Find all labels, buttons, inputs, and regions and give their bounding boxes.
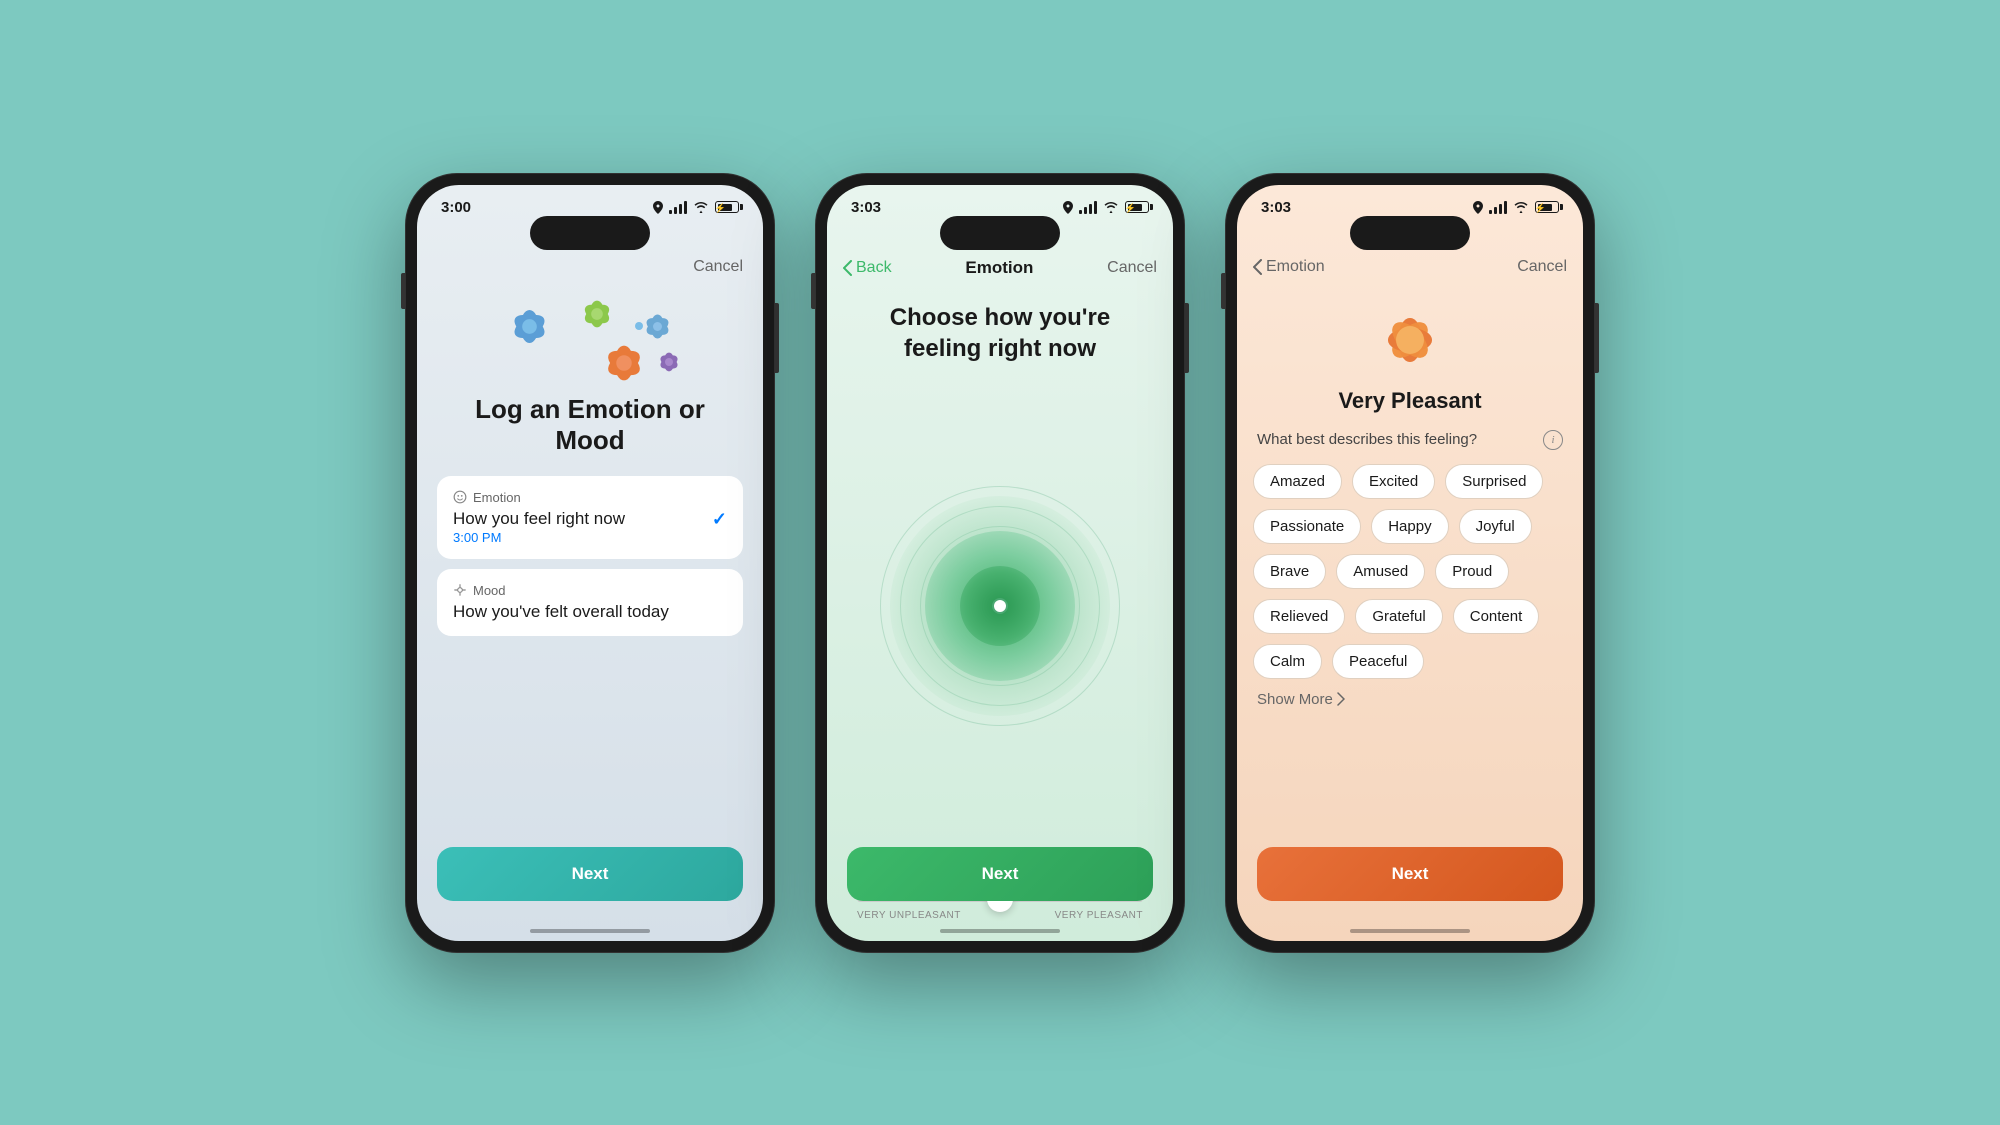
phone1-header: Cancel (417, 250, 763, 284)
phone-2: 3:03 ⚡ (815, 173, 1185, 953)
back-chevron-icon-2 (843, 260, 852, 276)
flower-orange-large (1370, 300, 1450, 380)
show-more-label: Show More (1257, 691, 1333, 708)
status-icons-3: ⚡ (1473, 201, 1559, 214)
wifi-icon-2 (1103, 201, 1119, 213)
phone3-nav: Emotion Cancel (1237, 250, 1583, 284)
flower-orange (595, 334, 653, 392)
phone2-back-button[interactable]: Back (843, 259, 892, 277)
flower-cluster (417, 284, 763, 394)
emotion-tags-container: Amazed Excited Surprised Passionate Happ… (1237, 464, 1583, 679)
wifi-icon-1 (693, 201, 709, 213)
phone2-screen: 3:03 ⚡ (827, 185, 1173, 941)
emotion-slider-container: VERY UNPLEASANT VERY PLEASANT (827, 896, 1173, 941)
phone3-screen: 3:03 ⚡ (1237, 185, 1583, 941)
battery-icon-3: ⚡ (1535, 201, 1559, 213)
phone1-title: Log an Emotion or Mood (417, 394, 763, 476)
emotion-time: 3:00 PM (453, 530, 727, 545)
info-icon[interactable]: i (1543, 430, 1563, 450)
emotion-type-icon (453, 490, 467, 504)
slider-center-dot (994, 600, 1006, 612)
location-icon-3 (1473, 201, 1483, 214)
show-more-chevron-icon (1337, 692, 1345, 706)
slider-label-right: VERY PLEASANT (1055, 910, 1143, 921)
battery-icon-2: ⚡ (1125, 201, 1149, 213)
mood-type-icon (453, 583, 467, 597)
show-more-button[interactable]: Show More (1237, 679, 1583, 720)
signal-bars-3 (1489, 201, 1507, 214)
mood-option-card[interactable]: Mood How you've felt overall today (437, 569, 743, 636)
mood-description: How you've felt overall today (453, 602, 727, 622)
phone2-next-button[interactable]: Next (847, 847, 1153, 901)
wifi-icon-3 (1513, 201, 1529, 213)
dynamic-island-1 (530, 216, 650, 250)
phone2-nav-title: Emotion (965, 258, 1033, 278)
status-time-1: 3:00 (441, 199, 471, 216)
flower-purple (649, 342, 689, 382)
emotion-circles-container (827, 374, 1173, 838)
flower-green (572, 289, 622, 339)
battery-icon-1: ⚡ (715, 201, 739, 213)
tag-joyful[interactable]: Joyful (1459, 509, 1532, 544)
back-chevron-icon-3 (1253, 259, 1262, 275)
phone2-nav: Back Emotion Cancel (827, 250, 1173, 286)
location-icon-2 (1063, 201, 1073, 214)
back-label-2: Back (856, 259, 892, 277)
tag-peaceful[interactable]: Peaceful (1332, 644, 1424, 679)
circle-visualization (870, 476, 1130, 736)
tag-excited[interactable]: Excited (1352, 464, 1435, 499)
phone2-cancel[interactable]: Cancel (1107, 259, 1157, 277)
status-icons-2: ⚡ (1063, 201, 1149, 214)
phone3-next-button[interactable]: Next (1257, 847, 1563, 901)
emotion-description: How you feel right now (453, 509, 712, 529)
dynamic-island-2 (940, 216, 1060, 250)
status-icons-1: ⚡ (653, 201, 739, 214)
mood-type-label: Mood (473, 583, 506, 598)
phone-collection: 3:00 ⚡ (405, 173, 1595, 953)
tag-calm[interactable]: Calm (1253, 644, 1322, 679)
home-indicator-3 (1350, 929, 1470, 933)
phone1-screen: 3:00 ⚡ (417, 185, 763, 941)
back-label-3: Emotion (1266, 258, 1325, 276)
signal-bars-2 (1079, 201, 1097, 214)
phone1-cancel[interactable]: Cancel (693, 258, 743, 276)
tag-surprised[interactable]: Surprised (1445, 464, 1543, 499)
pleasant-label: Very Pleasant (1237, 388, 1583, 430)
phone1-next-button[interactable]: Next (437, 847, 743, 901)
feeling-question-text: What best describes this feeling? (1257, 431, 1477, 448)
feeling-question-row: What best describes this feeling? i (1237, 430, 1583, 464)
home-indicator-1 (530, 929, 650, 933)
tag-grateful[interactable]: Grateful (1355, 599, 1442, 634)
phone3-cancel[interactable]: Cancel (1517, 258, 1567, 276)
tag-proud[interactable]: Proud (1435, 554, 1509, 589)
phone3-back-button[interactable]: Emotion (1253, 258, 1325, 276)
emotion-option-card[interactable]: Emotion How you feel right now ✓ 3:00 PM (437, 476, 743, 559)
emotion-checkmark: ✓ (712, 509, 727, 530)
location-icon-1 (653, 201, 663, 214)
tag-amazed[interactable]: Amazed (1253, 464, 1342, 499)
signal-bars-1 (669, 201, 687, 214)
tag-content[interactable]: Content (1453, 599, 1540, 634)
emotion-type-label: Emotion (473, 490, 521, 505)
home-indicator-2 (940, 929, 1060, 933)
tag-brave[interactable]: Brave (1253, 554, 1326, 589)
phone2-title: Choose how you're feeling right now (827, 286, 1173, 374)
flower-blue-left (502, 299, 557, 354)
tag-relieved[interactable]: Relieved (1253, 599, 1345, 634)
slider-label-left: VERY UNPLEASANT (857, 910, 961, 921)
status-time-3: 3:03 (1261, 199, 1291, 216)
dynamic-island-3 (1350, 216, 1470, 250)
tag-happy[interactable]: Happy (1371, 509, 1448, 544)
phone3-flower (1237, 284, 1583, 388)
status-time-2: 3:03 (851, 199, 881, 216)
tag-amused[interactable]: Amused (1336, 554, 1425, 589)
phone-1: 3:00 ⚡ (405, 173, 775, 953)
phone-3: 3:03 ⚡ (1225, 173, 1595, 953)
tag-passionate[interactable]: Passionate (1253, 509, 1361, 544)
